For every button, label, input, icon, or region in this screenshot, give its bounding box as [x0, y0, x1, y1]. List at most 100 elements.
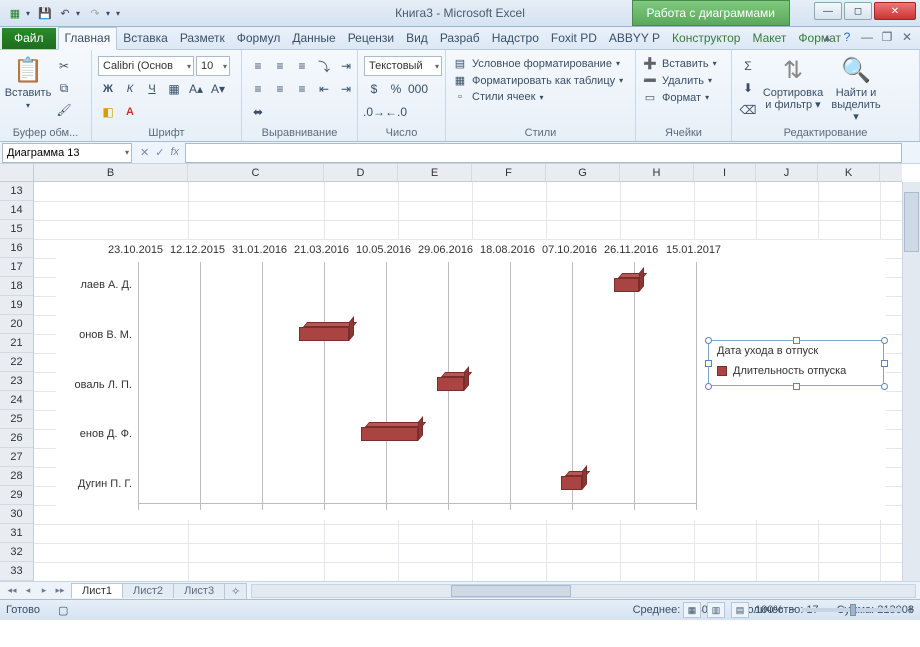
decrease-indent-button[interactable]: ⇤ [314, 79, 334, 99]
align-middle-button[interactable]: ≡ [270, 56, 290, 76]
zoom-in-button[interactable]: + [908, 604, 914, 616]
scrollbar-thumb[interactable] [904, 192, 919, 252]
italic-button[interactable]: К [120, 79, 140, 99]
chart-legend[interactable]: Дата ухода в отпуск Длительность отпуска [708, 340, 884, 386]
row-header[interactable]: 29 [0, 486, 33, 505]
selection-handle[interactable] [881, 337, 888, 344]
tab-insert[interactable]: Вставка [117, 28, 174, 49]
close-button[interactable]: ✕ [874, 2, 916, 20]
row-header[interactable]: 26 [0, 429, 33, 448]
row-header[interactable]: 22 [0, 353, 33, 372]
align-bottom-button[interactable]: ≡ [292, 56, 312, 76]
legend-entry[interactable]: Длительность отпуска [733, 365, 846, 377]
fx-icon[interactable]: fx [170, 146, 179, 159]
percent-button[interactable]: % [386, 79, 406, 99]
new-sheet-button[interactable]: ✧ [224, 583, 247, 599]
shrink-font-button[interactable]: A▾ [208, 79, 228, 99]
insert-cells-button[interactable]: ➕Вставить▾ [642, 56, 717, 71]
worksheet-grid[interactable]: 1314151617181920212223242526272829303132… [0, 164, 920, 599]
row-header[interactable]: 16 [0, 239, 33, 258]
help-icon[interactable]: ? [840, 30, 854, 44]
selection-handle[interactable] [705, 360, 712, 367]
row-header[interactable]: 17 [0, 258, 33, 277]
column-header[interactable]: B [34, 164, 188, 181]
paste-button[interactable]: 📋 Вставить ▾ [6, 56, 50, 110]
sheet-tab-active[interactable]: Лист1 [71, 583, 123, 598]
tab-chart-design[interactable]: Конструктор [666, 28, 746, 49]
font-size-combo[interactable]: 10▾ [196, 56, 230, 76]
workbook-minimize-icon[interactable]: — [860, 30, 874, 44]
row-header[interactable]: 33 [0, 562, 33, 581]
legend-entry[interactable]: Дата ухода в отпуск [717, 345, 818, 357]
underline-button[interactable]: Ч [142, 79, 162, 99]
chart-plot-area[interactable] [138, 262, 696, 510]
tab-chart-layout[interactable]: Макет [746, 28, 792, 49]
tab-abbyy[interactable]: ABBYY P [603, 28, 666, 49]
undo-icon[interactable]: ↶ [56, 4, 74, 22]
row-header[interactable]: 20 [0, 315, 33, 334]
cancel-formula-icon[interactable]: ✕ [140, 146, 149, 159]
format-painter-icon[interactable]: 🖌 [54, 100, 74, 120]
find-select-button[interactable]: 🔍 Найти ивыделить ▾ [828, 56, 884, 123]
zoom-out-button[interactable]: − [789, 604, 795, 616]
sort-filter-button[interactable]: ⇅ Сортировкаи фильтр ▾ [762, 56, 824, 111]
font-name-combo[interactable]: Calibri (Основ▾ [98, 56, 194, 76]
selection-handle[interactable] [705, 337, 712, 344]
row-header[interactable]: 30 [0, 505, 33, 524]
cut-icon[interactable]: ✂ [54, 56, 74, 76]
page-break-view-button[interactable]: ▤ [731, 602, 749, 618]
format-as-table-button[interactable]: ▦Форматировать как таблицу▾ [452, 73, 623, 88]
align-center-button[interactable]: ≡ [270, 79, 290, 99]
delete-cells-button[interactable]: ➖Удалить▾ [642, 73, 717, 88]
tab-foxit[interactable]: Foxit PD [545, 28, 603, 49]
bold-button[interactable]: Ж [98, 79, 118, 99]
tab-layout[interactable]: Разметк [174, 28, 231, 49]
row-header[interactable]: 15 [0, 220, 33, 239]
vertical-scrollbar[interactable] [902, 182, 920, 581]
selection-handle[interactable] [881, 383, 888, 390]
conditional-formatting-button[interactable]: ▤Условное форматирование▾ [452, 56, 623, 71]
tab-view[interactable]: Вид [400, 28, 434, 49]
sheet-tab-nav[interactable]: ◂◂◂▸▸▸ [0, 585, 72, 596]
tab-home[interactable]: Главная [58, 27, 118, 50]
autosum-button[interactable]: Σ [738, 56, 758, 76]
align-right-button[interactable]: ≡ [292, 79, 312, 99]
border-button[interactable]: ▦ [164, 79, 184, 99]
row-header[interactable]: 13 [0, 182, 33, 201]
row-header[interactable]: 31 [0, 524, 33, 543]
enter-formula-icon[interactable]: ✓ [155, 146, 164, 159]
column-header[interactable]: K [818, 164, 880, 181]
wrap-text-button[interactable]: ⇥ [336, 56, 356, 76]
macro-record-icon[interactable]: ▢ [58, 604, 68, 617]
column-header[interactable]: I [694, 164, 756, 181]
tab-review[interactable]: Рецензи [342, 28, 400, 49]
fill-color-button[interactable]: ◧ [98, 102, 118, 122]
align-left-button[interactable]: ≡ [248, 79, 268, 99]
tab-formulas[interactable]: Формул [231, 28, 287, 49]
row-header[interactable]: 21 [0, 334, 33, 353]
selection-handle[interactable] [793, 337, 800, 344]
column-header[interactable]: E [398, 164, 472, 181]
select-all-corner[interactable] [0, 164, 33, 182]
normal-view-button[interactable]: ▦ [683, 602, 701, 618]
maximize-button[interactable]: ◻ [844, 2, 872, 20]
page-layout-view-button[interactable]: ▥ [707, 602, 725, 618]
row-header[interactable]: 28 [0, 467, 33, 486]
number-format-combo[interactable]: Текстовый▾ [364, 56, 442, 76]
formula-input[interactable] [185, 143, 902, 163]
undo-menu[interactable]: ▾ [76, 9, 84, 18]
tab-data[interactable]: Данные [286, 28, 341, 49]
scrollbar-thumb[interactable] [451, 585, 571, 597]
font-color-button[interactable]: A [120, 102, 140, 122]
align-top-button[interactable]: ≡ [248, 56, 268, 76]
chart-bar[interactable] [614, 278, 639, 292]
cell-styles-button[interactable]: ▫Стили ячеек▾ [452, 90, 623, 104]
sheet-tab[interactable]: Лист3 [173, 583, 225, 598]
file-tab[interactable]: Файл [2, 28, 56, 49]
qat-menu-icon[interactable]: ▾ [26, 9, 34, 18]
column-header[interactable]: H [620, 164, 694, 181]
chart-bar[interactable] [561, 476, 582, 490]
tab-addins[interactable]: Надстро [486, 28, 545, 49]
qat-customize-icon[interactable]: ▾ [116, 9, 124, 18]
comma-button[interactable]: 000 [408, 79, 428, 99]
